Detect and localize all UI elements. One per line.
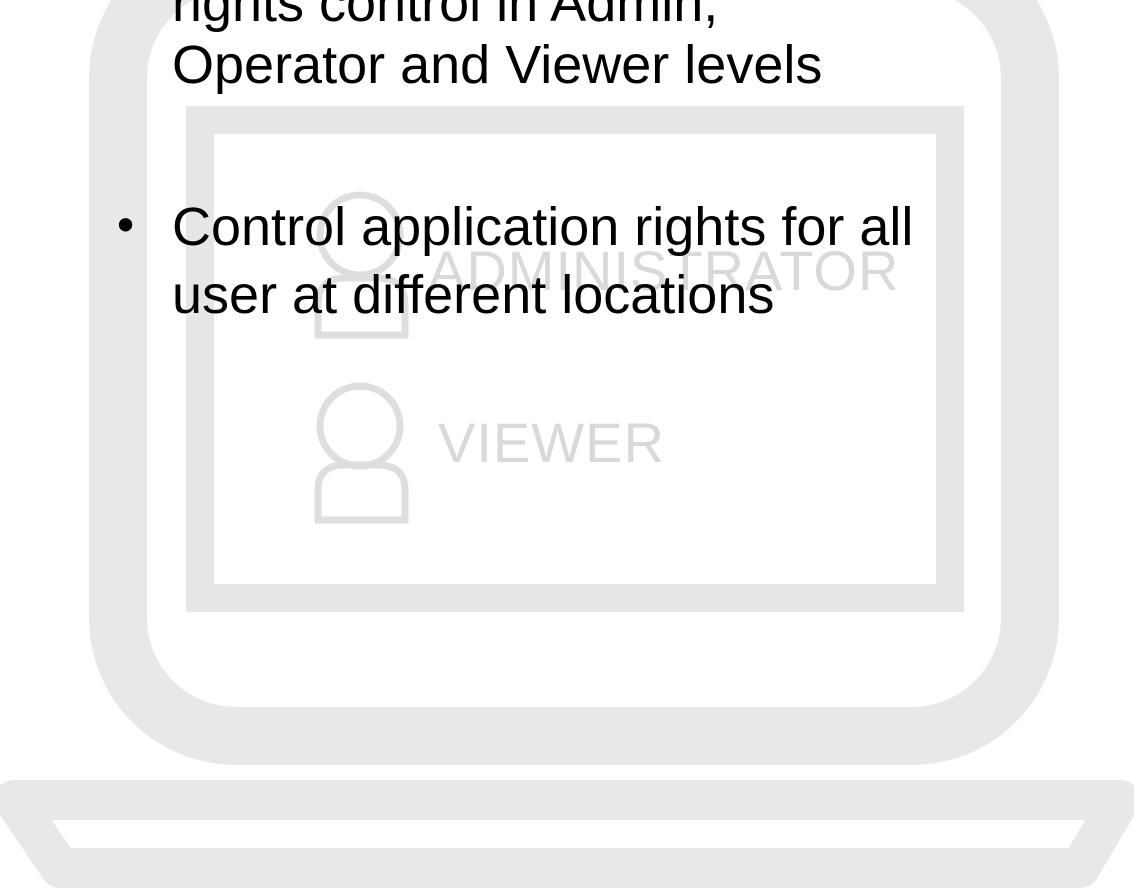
laptop-icon: ADMINISTRATOR VIEWER xyxy=(0,0,1134,888)
bullet-marker: • xyxy=(112,199,140,253)
laptop-screen-outline xyxy=(186,106,964,612)
bullet-2-line-1: Control application rights for all xyxy=(172,197,914,257)
user-icon xyxy=(314,382,409,524)
bullet-1-line-1: rights control in Admin, xyxy=(172,0,719,33)
laptop-base-outline xyxy=(0,780,1134,888)
role-label-viewer: VIEWER xyxy=(438,411,665,474)
bullet-1-line-2: Operator and Viewer levels xyxy=(172,35,823,95)
bullet-2-line-2: user at different locations xyxy=(172,265,775,325)
slide-canvas: ADMINISTRATOR VIEWER rights control in A… xyxy=(0,0,1134,891)
